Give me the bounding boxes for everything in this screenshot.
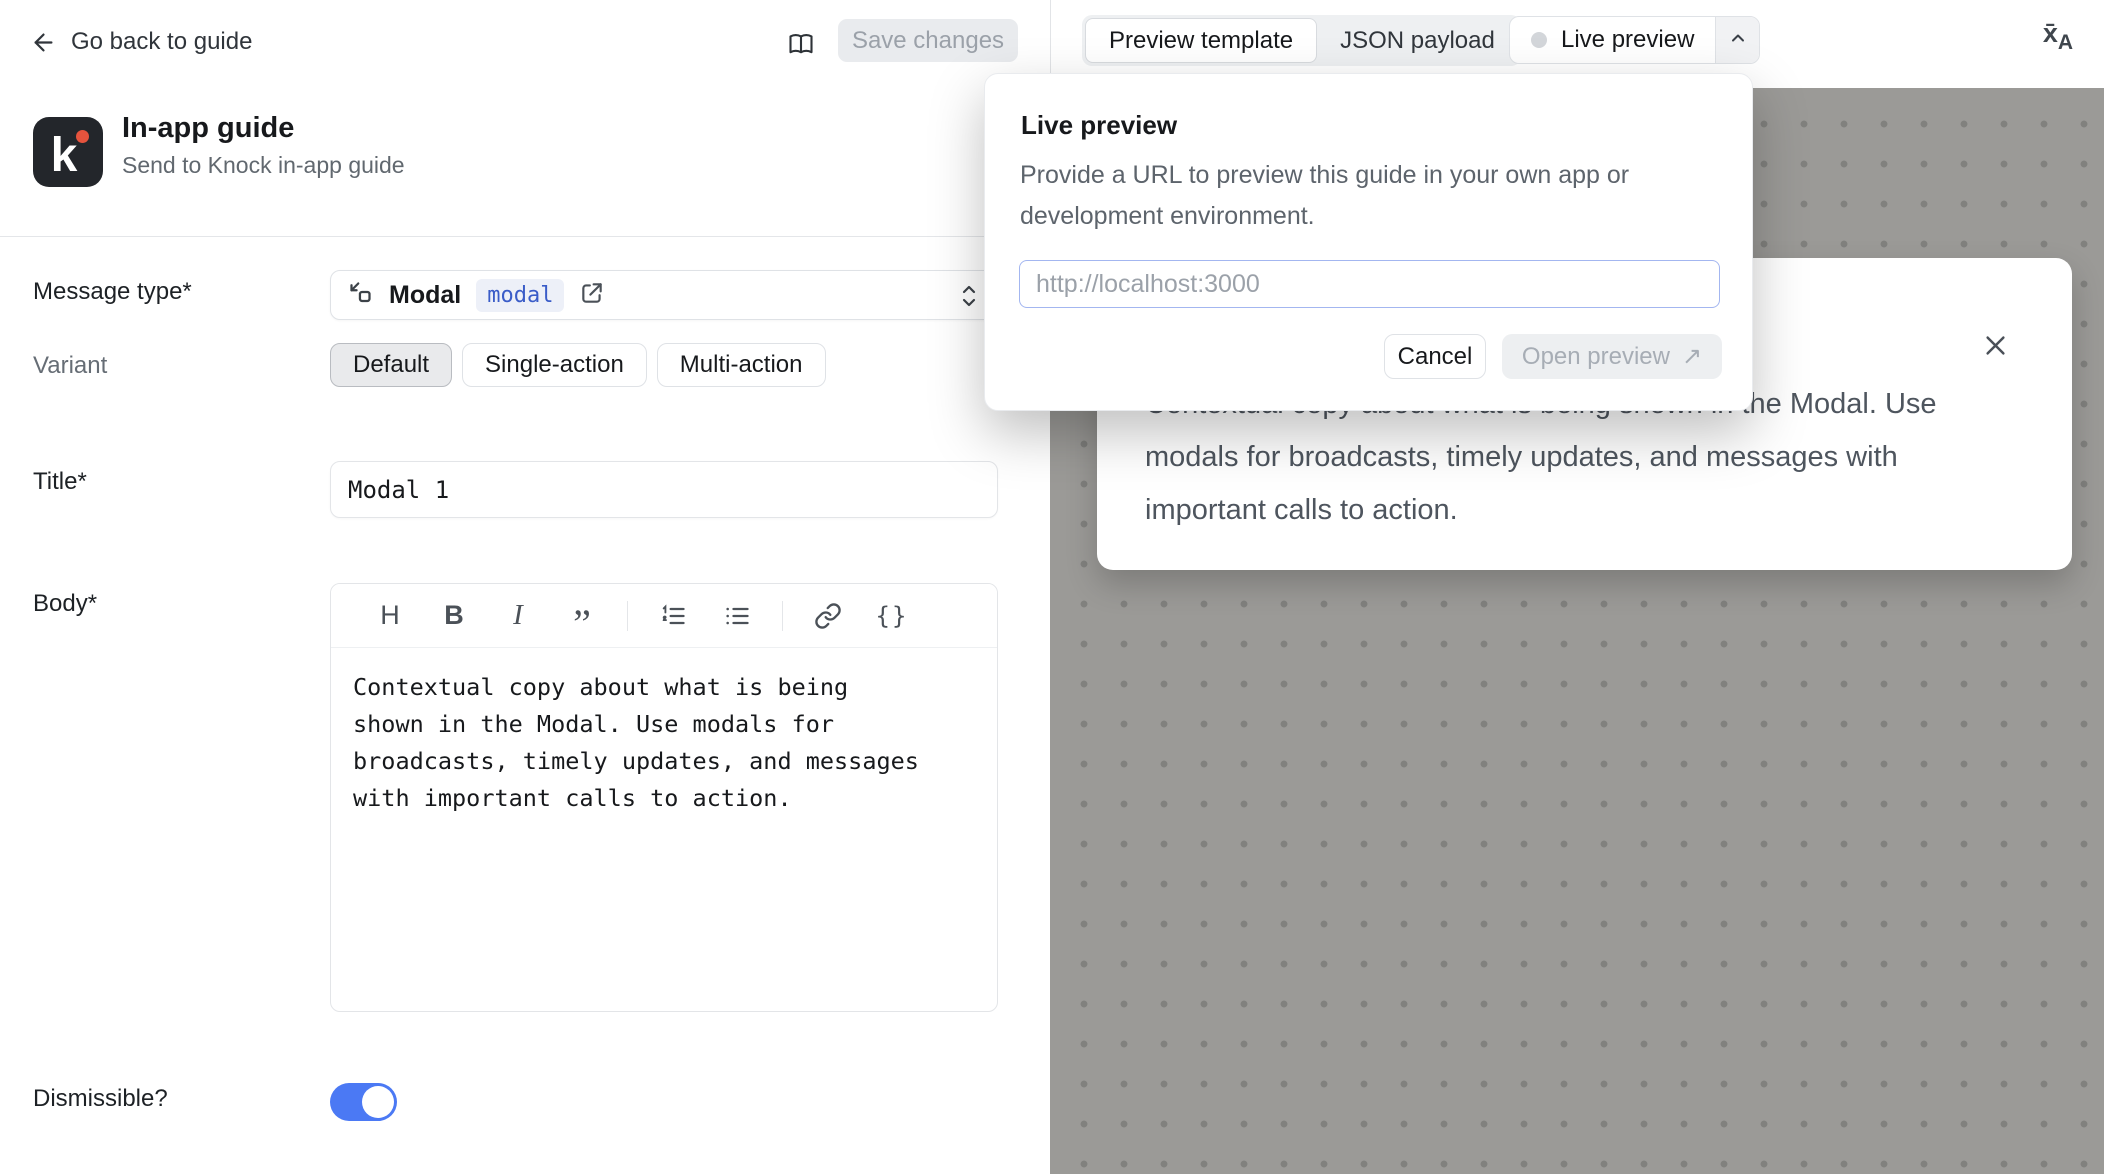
header-divider [0, 236, 1050, 237]
popover-description: Provide a URL to preview this guide in y… [1020, 155, 1629, 237]
toolbar-divider [627, 601, 628, 631]
tab-preview-template[interactable]: Preview template [1085, 18, 1317, 63]
modal-type-icon [347, 279, 374, 311]
bullet-list-icon[interactable] [716, 596, 758, 636]
tab-json-payload[interactable]: JSON payload [1317, 18, 1518, 63]
dismissible-toggle[interactable] [330, 1083, 397, 1121]
blockquote-icon[interactable]: ” [561, 596, 603, 636]
back-link[interactable]: Go back to guide [30, 28, 252, 56]
toggle-knob [362, 1086, 394, 1118]
popover-title: Live preview [1021, 110, 1177, 141]
title-label: Title* [33, 468, 87, 496]
ordered-list-icon[interactable] [652, 596, 694, 636]
toolbar-divider [782, 601, 783, 631]
preview-tab-group: Preview template JSON payload [1082, 15, 1521, 66]
variant-option-multi-action[interactable]: Multi-action [657, 343, 826, 387]
open-book-icon [787, 30, 815, 63]
title-input[interactable] [330, 461, 998, 518]
body-editor: H B I ” {} Contextual copy about what is… [330, 583, 998, 1012]
translate-icon[interactable]: x̄A [2036, 18, 2080, 62]
italic-icon[interactable]: I [497, 596, 539, 636]
save-changes-label: Save changes [852, 27, 1004, 55]
close-icon[interactable] [1975, 325, 2015, 365]
body-editor-toolbar: H B I ” {} [331, 584, 997, 648]
docs-book-button[interactable] [784, 29, 818, 63]
variant-option-default[interactable]: Default [330, 343, 452, 387]
external-link-icon[interactable] [579, 280, 605, 311]
save-changes-button[interactable]: Save changes [838, 19, 1018, 62]
select-chevrons-icon [957, 282, 981, 315]
message-type-select[interactable]: Modal modal [330, 270, 995, 320]
page-subtitle: Send to Knock in-app guide [122, 152, 405, 179]
live-preview-collapse-button[interactable] [1715, 17, 1759, 63]
body-editor-content[interactable]: Contextual copy about what is being show… [331, 648, 997, 838]
open-preview-button[interactable]: Open preview ↗ [1502, 334, 1722, 379]
message-type-label: Message type* [33, 278, 192, 306]
body-label: Body* [33, 590, 97, 618]
bold-icon[interactable]: B [433, 596, 475, 636]
live-status-dot [1531, 32, 1547, 48]
page-title: In-app guide [122, 112, 294, 145]
live-preview-popover: Live preview Provide a URL to preview th… [984, 73, 1753, 411]
preview-url-input[interactable] [1019, 260, 1720, 308]
back-arrow-icon [30, 29, 57, 56]
dismissible-label: Dismissible? [33, 1085, 168, 1113]
knock-logo: k [33, 117, 103, 187]
variant-label: Variant [33, 352, 107, 380]
live-preview-label: Live preview [1561, 26, 1694, 54]
back-link-label: Go back to guide [71, 28, 252, 56]
open-preview-label: Open preview [1522, 343, 1670, 371]
cancel-button[interactable]: Cancel [1384, 334, 1486, 379]
variables-icon[interactable]: {} [871, 596, 913, 636]
arrow-up-right-icon: ↗ [1682, 345, 1702, 369]
live-preview-button[interactable]: Live preview [1510, 17, 1715, 63]
knock-logo-dot [76, 130, 89, 143]
message-type-key-badge: modal [476, 279, 564, 312]
variant-button-group: Default Single-action Multi-action [330, 343, 826, 387]
live-preview-control: Live preview [1509, 16, 1760, 64]
message-type-value: Modal [389, 281, 461, 310]
heading-icon[interactable]: H [369, 596, 411, 636]
variant-option-single-action[interactable]: Single-action [462, 343, 647, 387]
chevron-up-icon [1728, 28, 1748, 53]
link-icon[interactable] [807, 596, 849, 636]
